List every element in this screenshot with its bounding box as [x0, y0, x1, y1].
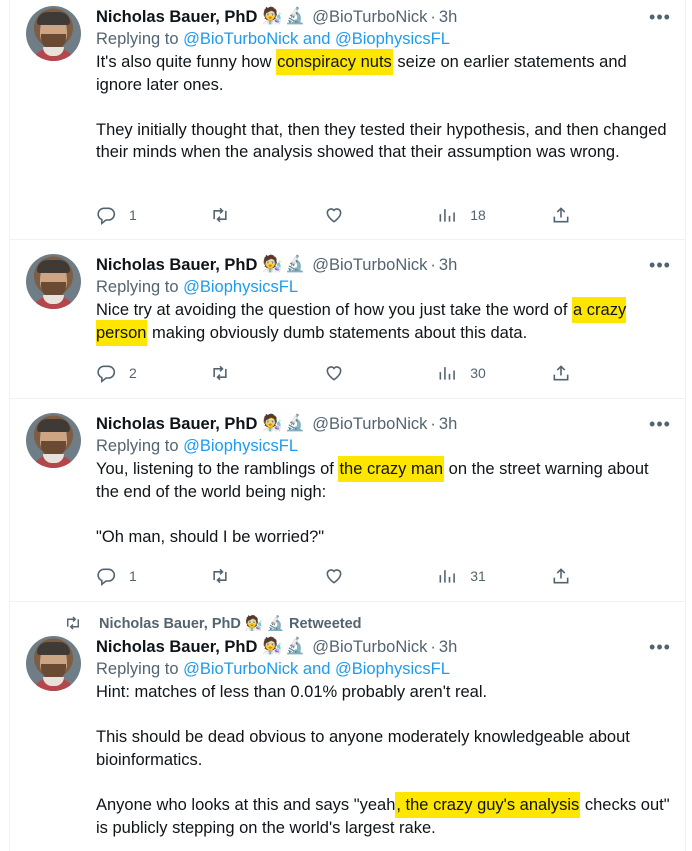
highlight: conspiracy nuts [276, 49, 393, 75]
scientist-emoji: 🧑‍🔬 [262, 256, 283, 273]
views-button[interactable]: 30 [437, 360, 537, 386]
reply-button[interactable]: 1 [96, 563, 196, 589]
timestamp[interactable]: 3h [439, 8, 457, 27]
mention-link[interactable]: @BiophysicsFL [183, 437, 298, 455]
tweet-text: Nice try at avoiding the question of how… [96, 297, 671, 346]
more-icon[interactable]: ••• [649, 636, 671, 658]
timestamp[interactable]: 3h [439, 415, 457, 434]
author-name[interactable]: Nicholas Bauer, PhD [96, 638, 257, 657]
mention-link[interactable]: @BioTurboNick and @BiophysicsFL [183, 30, 450, 48]
microscope-emoji: 🔬 [285, 638, 306, 655]
tweet-text: Hint: matches of less than 0.01% probabl… [96, 683, 670, 837]
reply-icon [97, 365, 116, 383]
microscope-emoji: 🔬 [285, 256, 306, 273]
highlight: , the crazy guy's analysis [395, 791, 581, 818]
retweet-icon [67, 616, 79, 630]
tweet[interactable]: Nicholas Bauer, PhD 🧑‍🔬 🔬 @BioTurboNick … [10, 240, 685, 399]
retweet-button[interactable] [210, 360, 310, 386]
tweet[interactable]: Nicholas Bauer, PhD 🧑‍🔬 🔬 Retweeted Nich… [10, 602, 685, 851]
tweet-header: Nicholas Bauer, PhD 🧑‍🔬 🔬 @BioTurboNick … [96, 637, 458, 657]
retweet-button[interactable] [210, 202, 310, 228]
reply-button[interactable]: 1 [96, 202, 196, 228]
timeline: Nicholas Bauer, PhD 🧑‍🔬 🔬 @BioTurboNick … [9, 0, 686, 851]
avatar[interactable] [26, 254, 81, 309]
avatar[interactable] [26, 636, 81, 691]
views-icon [439, 209, 456, 222]
highlight: the crazy man [338, 456, 445, 482]
like-icon [326, 366, 341, 381]
share-button[interactable] [551, 563, 575, 589]
retweet-button[interactable] [210, 563, 310, 589]
mention-link[interactable]: @BioTurboNick and @BiophysicsFL [183, 660, 450, 678]
tweet[interactable]: Nicholas Bauer, PhD 🧑‍🔬 🔬 @BioTurboNick … [10, 399, 685, 602]
like-button[interactable] [324, 202, 424, 228]
retweeted-banner: Nicholas Bauer, PhD 🧑‍🔬 🔬 Retweeted [64, 614, 362, 632]
author-name[interactable]: Nicholas Bauer, PhD [96, 8, 257, 27]
reply-icon [97, 207, 116, 225]
scientist-emoji: 🧑‍🔬 [262, 415, 283, 432]
microscope-emoji: 🔬 [285, 8, 306, 25]
avatar[interactable] [26, 6, 81, 61]
scientist-emoji: 🧑‍🔬 [262, 638, 283, 655]
share-button[interactable] [551, 360, 575, 386]
more-icon[interactable]: ••• [649, 254, 671, 276]
share-icon [553, 365, 569, 381]
retweet-icon [213, 365, 227, 381]
replying-to: Replying to @BiophysicsFL [96, 278, 299, 296]
like-button[interactable] [324, 563, 424, 589]
avatar[interactable] [26, 413, 81, 468]
tweet-header: Nicholas Bauer, PhD 🧑‍🔬 🔬 @BioTurboNick … [96, 414, 458, 434]
share-icon [553, 207, 569, 223]
tweet-text: You, listening to the ramblings of the c… [96, 456, 671, 548]
microscope-emoji: 🔬 [285, 415, 306, 432]
author-name[interactable]: Nicholas Bauer, PhD [96, 415, 257, 434]
more-icon[interactable]: ••• [649, 6, 671, 28]
like-icon [326, 208, 341, 223]
replying-to: Replying to @BiophysicsFL [96, 437, 299, 455]
tweet-text: It's also quite funny how conspiracy nut… [96, 49, 671, 164]
replying-to: Replying to @BioTurboNick and @Biophysic… [96, 30, 450, 48]
author-name[interactable]: Nicholas Bauer, PhD [96, 256, 257, 275]
timestamp[interactable]: 3h [439, 256, 457, 275]
share-icon [553, 568, 569, 584]
retweet-icon [213, 568, 227, 584]
views-button[interactable]: 31 [437, 563, 537, 589]
replying-to: Replying to @BioTurboNick and @Biophysic… [96, 660, 450, 678]
tweet[interactable]: Nicholas Bauer, PhD 🧑‍🔬 🔬 @BioTurboNick … [10, 0, 685, 240]
share-button[interactable] [551, 202, 575, 228]
views-icon [439, 570, 456, 583]
author-handle[interactable]: @BioTurboNick [312, 8, 427, 27]
scientist-emoji: 🧑‍🔬 [262, 8, 283, 25]
author-handle[interactable]: @BioTurboNick [312, 638, 427, 657]
author-handle[interactable]: @BioTurboNick [312, 256, 427, 275]
reply-icon [97, 568, 116, 586]
author-handle[interactable]: @BioTurboNick [312, 415, 427, 434]
views-icon [439, 367, 456, 380]
more-icon[interactable]: ••• [649, 413, 671, 435]
like-button[interactable] [324, 360, 424, 386]
mention-link[interactable]: @BiophysicsFL [183, 278, 298, 296]
views-button[interactable]: 18 [437, 202, 537, 228]
timestamp[interactable]: 3h [439, 638, 457, 657]
tweet-header: Nicholas Bauer, PhD 🧑‍🔬 🔬 @BioTurboNick … [96, 7, 458, 27]
like-icon [326, 569, 341, 584]
reply-button[interactable]: 2 [96, 360, 196, 386]
retweet-icon [213, 207, 227, 223]
tweet-header: Nicholas Bauer, PhD 🧑‍🔬 🔬 @BioTurboNick … [96, 255, 458, 275]
